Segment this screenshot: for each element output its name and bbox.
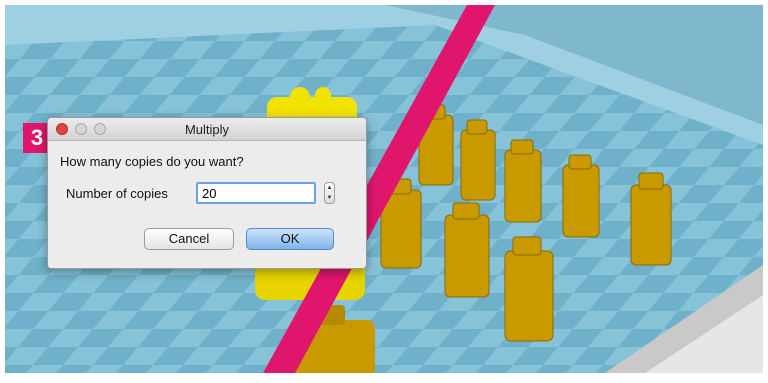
copies-input[interactable] — [196, 182, 316, 204]
robot-model[interactable] — [562, 154, 600, 238]
dialog-title: Multiply — [184, 122, 230, 137]
multiply-dialog: Multiply How many copies do you want? Nu… — [47, 117, 367, 269]
robot-model[interactable] — [460, 119, 496, 201]
ok-button[interactable]: OK — [246, 228, 334, 250]
cancel-button[interactable]: Cancel — [144, 228, 234, 250]
copies-label: Number of copies — [66, 186, 168, 201]
chevron-up-icon[interactable]: ▲ — [325, 183, 334, 193]
robot-model[interactable] — [504, 236, 554, 342]
chevron-down-icon[interactable]: ▼ — [325, 193, 334, 203]
robot-model[interactable] — [444, 202, 490, 298]
copies-stepper[interactable]: ▲ ▼ — [324, 182, 335, 204]
screenshot-frame: 3 Multiply How many copies do you want? … — [5, 5, 763, 373]
robot-model[interactable] — [630, 172, 672, 266]
dialog-titlebar[interactable]: Multiply — [48, 118, 366, 141]
dialog-question: How many copies do you want? — [60, 154, 244, 169]
robot-model[interactable] — [504, 139, 542, 223]
